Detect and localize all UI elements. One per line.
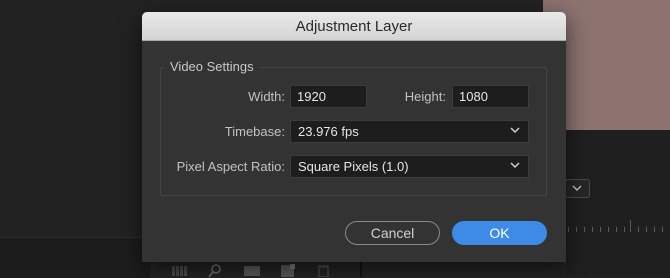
panel-dropdown[interactable] [566,179,590,198]
cancel-button[interactable]: Cancel [345,221,440,245]
pixel-aspect-ratio-select[interactable]: Square Pixels (1.0) [290,155,529,178]
project-tools [168,262,338,278]
chevron-down-icon [510,127,520,134]
height-label: Height: [404,89,446,104]
new-bin-icon[interactable] [244,264,260,276]
trash-icon[interactable] [318,264,329,277]
chevron-down-icon [510,162,520,169]
timeline-panel [566,130,670,277]
pixel-aspect-ratio-value: Square Pixels (1.0) [298,159,409,174]
height-input[interactable]: 1080 [452,85,529,108]
chevron-down-icon [572,185,582,192]
ok-button[interactable]: OK [452,221,547,245]
new-item-icon[interactable] [281,264,295,277]
project-panel [0,0,150,277]
project-panel-toolbar [0,237,150,278]
dialog-title[interactable]: Adjustment Layer [142,12,566,41]
width-label: Width: [248,89,285,104]
width-input[interactable]: 1920 [290,85,367,108]
timeline-ruler[interactable] [566,218,670,232]
timebase-select[interactable]: 23.976 fps [290,120,529,143]
search-icon[interactable] [208,264,222,278]
timebase-label: Timebase: [224,124,285,139]
panel-divider [360,262,362,277]
video-settings-title: Video Settings [165,59,259,74]
timebase-value: 23.976 fps [298,124,359,139]
list-view-icon[interactable] [172,264,188,276]
pixel-aspect-ratio-label: Pixel Aspect Ratio: [176,159,285,174]
